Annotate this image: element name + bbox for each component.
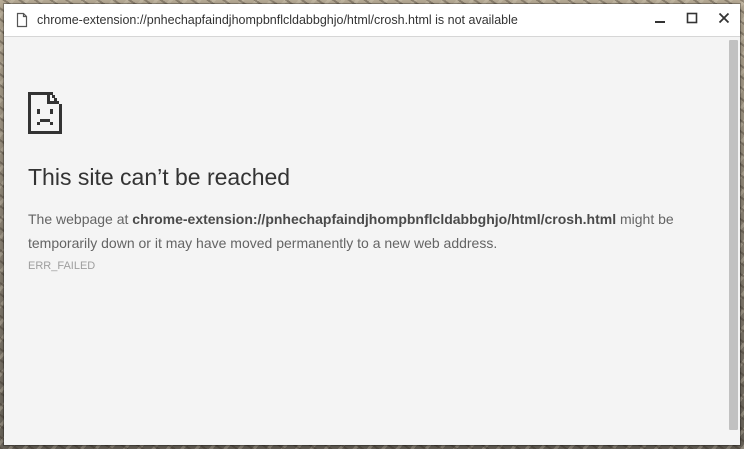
window-controls <box>644 4 740 36</box>
scrollbar-thumb[interactable] <box>729 40 738 430</box>
minimize-button[interactable] <box>644 4 676 36</box>
error-description: The webpage at chrome-extension://pnhech… <box>28 207 688 255</box>
title-bar[interactable]: chrome-extension://pnhechapfaindjhompbnf… <box>4 4 740 37</box>
vertical-scrollbar[interactable] <box>726 37 740 445</box>
document-icon <box>14 12 30 28</box>
sad-page-icon <box>28 92 62 134</box>
maximize-button[interactable] <box>676 4 708 36</box>
minimize-icon <box>654 11 666 29</box>
close-button[interactable] <box>708 4 740 36</box>
close-icon <box>718 11 730 29</box>
maximize-icon <box>686 11 698 29</box>
error-description-prefix: The webpage at <box>28 211 133 227</box>
window-title: chrome-extension://pnhechapfaindjhompbnf… <box>37 13 518 27</box>
error-page: This site can’t be reached The webpage a… <box>4 37 726 445</box>
failed-url: chrome-extension://pnhechapfaindjhompbnf… <box>132 211 617 227</box>
error-heading: This site can’t be reached <box>28 164 291 190</box>
app-window: chrome-extension://pnhechapfaindjhompbnf… <box>4 4 740 445</box>
error-code: ERR_FAILED <box>28 260 96 272</box>
